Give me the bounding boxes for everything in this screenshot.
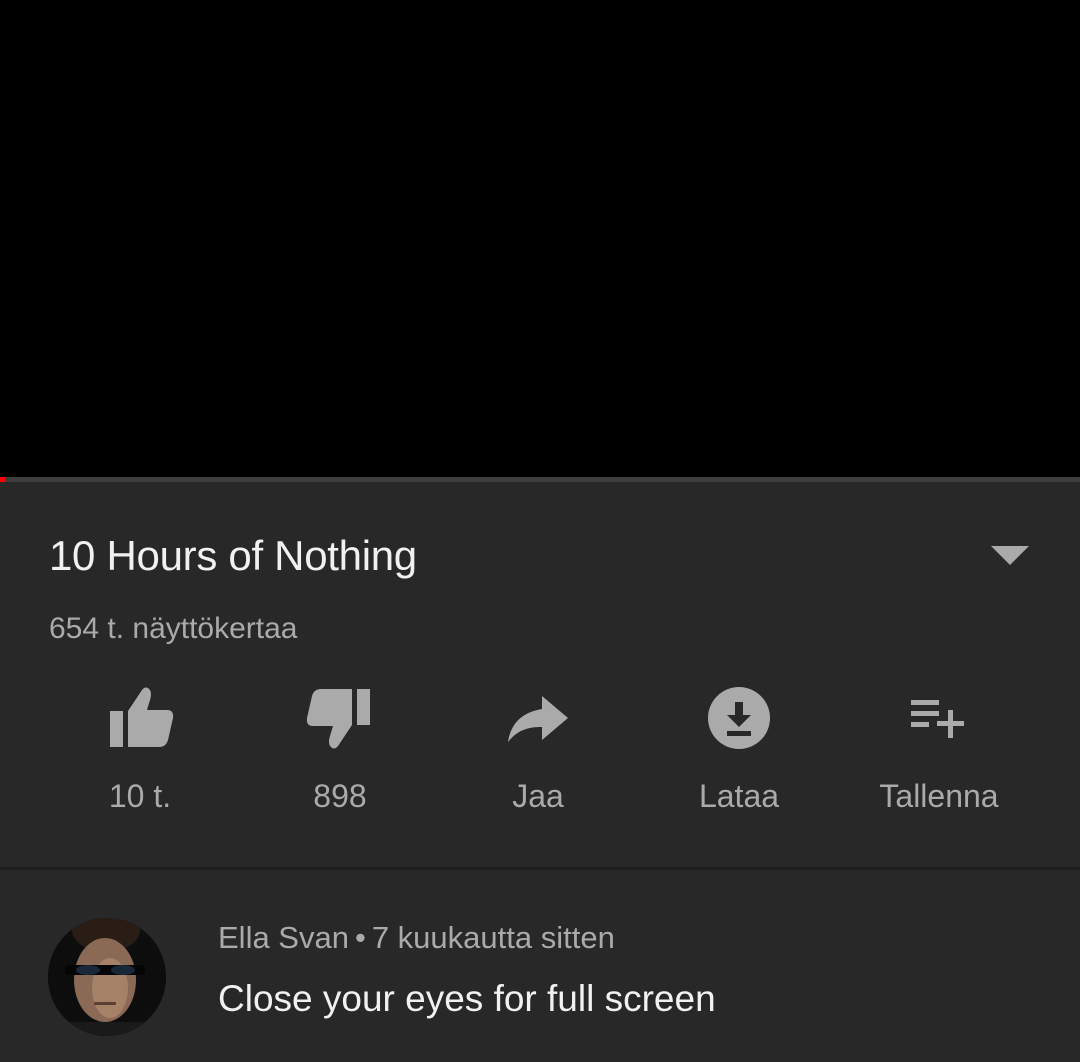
avatar-image (48, 918, 166, 1036)
avatar[interactable] (48, 918, 166, 1036)
share-icon (508, 696, 568, 742)
share-label: Jaa (512, 778, 564, 814)
download-icon (708, 687, 770, 749)
view-count: 654 t. näyttökertaa (49, 612, 298, 645)
share-button[interactable]: Jaa (438, 682, 638, 822)
thumbs-down-icon (306, 689, 370, 749)
like-button[interactable]: 10 t. (40, 682, 240, 822)
video-title: 10 Hours of Nothing (49, 532, 417, 579)
meta-separator: • (354, 920, 366, 955)
youtube-video-page: 10 Hours of Nothing 654 t. näyttökertaa … (0, 0, 1080, 1062)
comment-item: Ella Svan • 7 kuukautta sitten Close your … (0, 870, 1080, 1062)
like-count: 10 t. (108, 778, 172, 814)
download-button[interactable]: Lataa (639, 682, 839, 822)
download-label: Lataa (698, 778, 780, 814)
expand-description-button[interactable] (985, 540, 1035, 570)
dislike-button[interactable]: 898 (240, 682, 440, 822)
comment-author[interactable]: Ella Svan (218, 920, 349, 955)
chevron-down-icon (991, 546, 1029, 565)
comment-meta: Ella Svan • 7 kuukautta sitten (218, 920, 615, 956)
dislike-count: 898 (313, 778, 367, 814)
comment-text: Close your eyes for full screen (218, 978, 716, 1019)
save-label: Tallenna (879, 778, 999, 814)
thumbs-up-icon (110, 687, 174, 747)
save-to-playlist-icon (911, 700, 964, 738)
video-player[interactable] (0, 0, 1080, 477)
comment-time: 7 kuukautta sitten (371, 920, 615, 955)
save-button[interactable]: Tallenna (839, 682, 1039, 822)
video-info-panel: 10 Hours of Nothing 654 t. näyttökertaa … (0, 482, 1080, 867)
